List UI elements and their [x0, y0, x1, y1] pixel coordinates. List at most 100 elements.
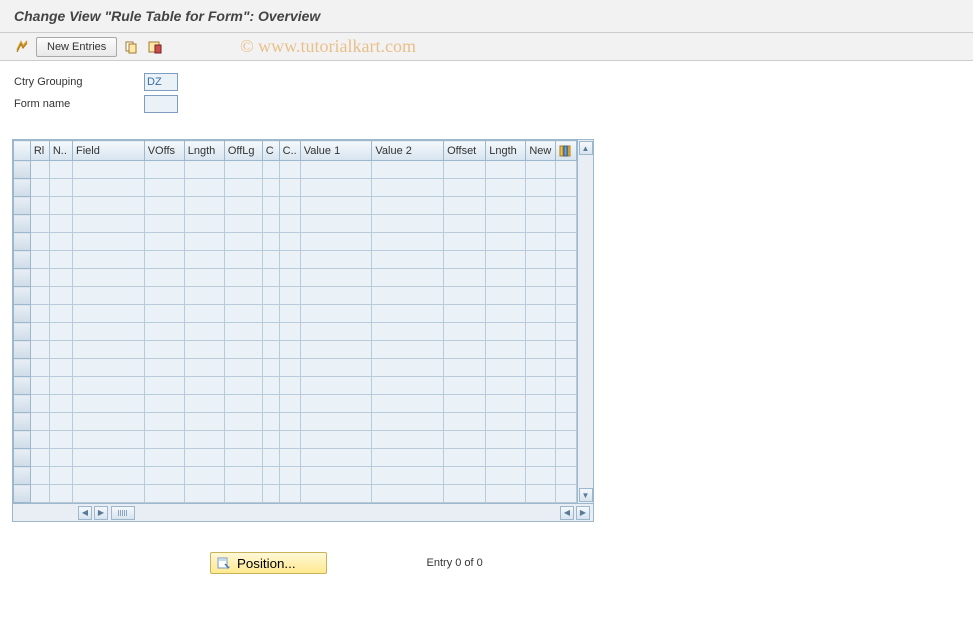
table-cell[interactable]: [262, 431, 279, 449]
table-cell[interactable]: [444, 197, 486, 215]
row-selector[interactable]: [14, 485, 31, 503]
table-cell[interactable]: [144, 215, 184, 233]
table-cell[interactable]: [555, 269, 576, 287]
table-cell[interactable]: [30, 251, 49, 269]
table-cell[interactable]: [184, 413, 224, 431]
col-lngth1[interactable]: Lngth: [184, 141, 224, 161]
table-cell[interactable]: [526, 251, 556, 269]
table-cell[interactable]: [300, 485, 372, 503]
table-cell[interactable]: [279, 233, 300, 251]
form-name-field[interactable]: [144, 95, 178, 113]
table-cell[interactable]: [73, 467, 145, 485]
table-cell[interactable]: [300, 305, 372, 323]
table-cell[interactable]: [279, 323, 300, 341]
table-cell[interactable]: [279, 431, 300, 449]
table-cell[interactable]: [49, 179, 72, 197]
table-cell[interactable]: [73, 395, 145, 413]
table-cell[interactable]: [555, 485, 576, 503]
table-cell[interactable]: [372, 197, 444, 215]
table-cell[interactable]: [279, 197, 300, 215]
row-selector[interactable]: [14, 377, 31, 395]
toggle-icon[interactable]: [12, 37, 32, 57]
table-cell[interactable]: [279, 485, 300, 503]
table-cell[interactable]: [30, 377, 49, 395]
table-cell[interactable]: [224, 485, 262, 503]
table-cell[interactable]: [184, 467, 224, 485]
table-cell[interactable]: [555, 179, 576, 197]
table-cell[interactable]: [184, 287, 224, 305]
table-cell[interactable]: [262, 323, 279, 341]
table-cell[interactable]: [49, 359, 72, 377]
table-cell[interactable]: [144, 485, 184, 503]
table-cell[interactable]: [279, 287, 300, 305]
table-cell[interactable]: [444, 287, 486, 305]
table-cell[interactable]: [224, 269, 262, 287]
table-cell[interactable]: [49, 485, 72, 503]
table-cell[interactable]: [224, 233, 262, 251]
table-cell[interactable]: [262, 449, 279, 467]
table-config-icon[interactable]: [555, 141, 576, 161]
table-cell[interactable]: [526, 233, 556, 251]
table-cell[interactable]: [300, 431, 372, 449]
table-cell[interactable]: [526, 305, 556, 323]
table-cell[interactable]: [73, 269, 145, 287]
table-cell[interactable]: [262, 359, 279, 377]
table-cell[interactable]: [300, 341, 372, 359]
table-cell[interactable]: [144, 233, 184, 251]
ctry-grouping-field[interactable]: [144, 73, 178, 91]
table-cell[interactable]: [526, 323, 556, 341]
table-row[interactable]: [14, 287, 577, 305]
table-cell[interactable]: [49, 323, 72, 341]
table-cell[interactable]: [526, 287, 556, 305]
table-cell[interactable]: [262, 305, 279, 323]
row-selector[interactable]: [14, 161, 31, 179]
table-cell[interactable]: [49, 161, 72, 179]
table-cell[interactable]: [486, 215, 526, 233]
table-cell[interactable]: [300, 161, 372, 179]
table-cell[interactable]: [300, 269, 372, 287]
row-selector[interactable]: [14, 179, 31, 197]
table-cell[interactable]: [300, 413, 372, 431]
table-row[interactable]: [14, 197, 577, 215]
table-cell[interactable]: [372, 485, 444, 503]
table-cell[interactable]: [279, 251, 300, 269]
table-cell[interactable]: [300, 287, 372, 305]
col-offset[interactable]: Offset: [444, 141, 486, 161]
table-cell[interactable]: [30, 215, 49, 233]
table-cell[interactable]: [224, 287, 262, 305]
table-cell[interactable]: [300, 467, 372, 485]
table-cell[interactable]: [526, 161, 556, 179]
table-cell[interactable]: [30, 269, 49, 287]
table-cell[interactable]: [300, 251, 372, 269]
table-row[interactable]: [14, 341, 577, 359]
row-selector[interactable]: [14, 323, 31, 341]
col-c1[interactable]: C: [262, 141, 279, 161]
table-cell[interactable]: [224, 413, 262, 431]
table-cell[interactable]: [372, 359, 444, 377]
table-cell[interactable]: [372, 341, 444, 359]
table-cell[interactable]: [184, 161, 224, 179]
table-cell[interactable]: [144, 431, 184, 449]
table-cell[interactable]: [73, 233, 145, 251]
table-cell[interactable]: [444, 485, 486, 503]
row-selector[interactable]: [14, 449, 31, 467]
table-cell[interactable]: [555, 287, 576, 305]
table-cell[interactable]: [444, 179, 486, 197]
table-cell[interactable]: [372, 431, 444, 449]
table-cell[interactable]: [444, 251, 486, 269]
horizontal-scrollbar[interactable]: ◀ ▶ ◀ ▶: [13, 503, 593, 521]
row-selector[interactable]: [14, 413, 31, 431]
table-cell[interactable]: [372, 395, 444, 413]
table-row[interactable]: [14, 413, 577, 431]
table-cell[interactable]: [444, 305, 486, 323]
table-cell[interactable]: [300, 395, 372, 413]
table-cell[interactable]: [486, 449, 526, 467]
table-cell[interactable]: [224, 251, 262, 269]
table-cell[interactable]: [30, 485, 49, 503]
row-selector[interactable]: [14, 359, 31, 377]
row-selector[interactable]: [14, 287, 31, 305]
table-cell[interactable]: [184, 179, 224, 197]
table-cell[interactable]: [526, 431, 556, 449]
table-cell[interactable]: [486, 161, 526, 179]
table-cell[interactable]: [184, 449, 224, 467]
